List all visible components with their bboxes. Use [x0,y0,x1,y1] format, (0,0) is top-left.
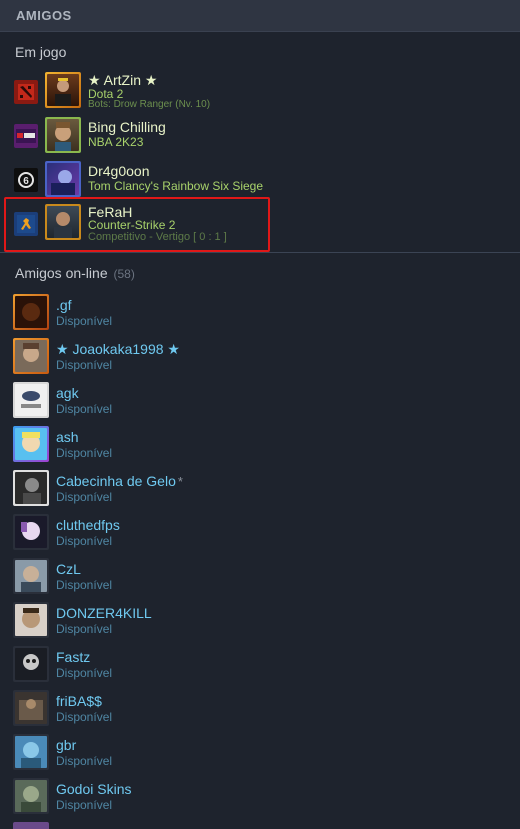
online-friend-row[interactable]: CzL Disponível [0,556,520,600]
friend-name: Cabecinha de Gelo * [56,473,183,489]
friend-status: Disponível [56,622,113,636]
friend-status: Disponível [56,666,113,680]
avatar[interactable] [13,382,49,418]
avatar[interactable] [13,646,49,682]
online-friend-row-partial[interactable] [0,820,520,829]
avatar[interactable] [45,72,81,108]
friend-status: Disponível [56,578,113,592]
online-section-label: Amigos on-line [15,265,108,281]
online-friend-row[interactable]: Cabecinha de Gelo * Disponível [0,468,520,512]
online-friend-row[interactable]: agk Disponível [0,380,520,424]
friend-status: Disponível [56,798,113,812]
friend-name-text: Cabecinha de Gelo [56,473,176,489]
friend-name: cluthedfps [56,517,120,533]
avatar[interactable] [13,514,49,550]
friend-name: CzL [56,561,81,577]
avatar[interactable] [13,778,49,814]
friend-status: Disponível [56,358,113,372]
friends-header: AMIGOS [0,0,520,32]
dota2-icon [14,80,38,104]
avatar[interactable] [13,426,49,462]
section-divider [0,252,520,253]
friend-name: agk [56,385,79,401]
avatar[interactable] [45,117,81,153]
online-friend-row[interactable]: cluthedfps Disponível [0,512,520,556]
friend-name: ★ Joaokaka1998 ★ [56,341,180,357]
avatar[interactable] [13,734,49,770]
selection-highlight [4,197,270,252]
online-friend-row[interactable]: ★ Joaokaka1998 ★ Disponível [0,336,520,380]
online-count: (58) [113,267,135,281]
online-section-title: Amigos on-line (58) [15,265,135,281]
friend-name: Fastz [56,649,91,665]
friend-status: Disponível [56,402,113,416]
online-friend-row[interactable]: Godoi Skins Disponível [0,776,520,820]
friend-name: Godoi Skins [56,781,132,797]
online-friend-row[interactable]: ash Disponível [0,424,520,468]
avatar[interactable] [13,558,49,594]
nickname-indicator: * [177,474,183,489]
avatar[interactable] [13,822,49,829]
avatar[interactable] [13,338,49,374]
avatar[interactable] [13,470,49,506]
friend-status: Disponível [56,534,113,548]
rich-presence-status: Bots: Drow Ranger (Nv. 10) [88,99,211,110]
friend-status: Disponível [56,446,113,460]
friend-name: gbr [56,737,77,753]
online-friend-row[interactable]: .gf Disponível [0,292,520,336]
online-friend-row[interactable]: gbr Disponível [0,732,520,776]
game-name: NBA 2K23 [88,135,144,149]
game-name: Tom Clancy's Rainbow Six Siege [88,179,264,193]
friend-name: DONZER4KILL [56,605,152,621]
friend-name: friBA$$ [56,693,102,709]
friend-status: Disponível [56,710,113,724]
in-game-friend-row[interactable]: ★ ArtZin ★ Dota 2 Bots: Drow Ranger (Nv.… [0,70,520,114]
in-game-friend-row[interactable]: Bing Chilling NBA 2K23 [0,114,520,158]
friend-status: Disponível [56,754,113,768]
friend-name: Dr4g0oon [88,163,150,179]
friend-name: ash [56,429,79,445]
rainbow-six-icon: 6 [14,168,38,192]
online-friend-row[interactable]: DONZER4KILL Disponível [0,600,520,644]
in-game-friend-row[interactable]: 6 Dr4g0oon Tom Clancy's Rainbow Six Sieg… [0,158,520,202]
friend-status: Disponível [56,490,113,504]
friend-name: .gf [56,297,72,313]
avatar[interactable] [45,161,81,197]
in-game-section-title: Em jogo [15,44,67,60]
online-friend-row[interactable]: friBA$$ Disponível [0,688,520,732]
avatar[interactable] [13,602,49,638]
header-title: AMIGOS [16,8,72,23]
nba2k23-icon [14,124,38,148]
friend-status: Disponível [56,314,113,328]
friend-name: Bing Chilling [88,119,166,135]
online-friend-row[interactable]: Fastz Disponível [0,644,520,688]
svg-text:6: 6 [23,176,29,187]
avatar[interactable] [13,690,49,726]
avatar[interactable] [13,294,49,330]
